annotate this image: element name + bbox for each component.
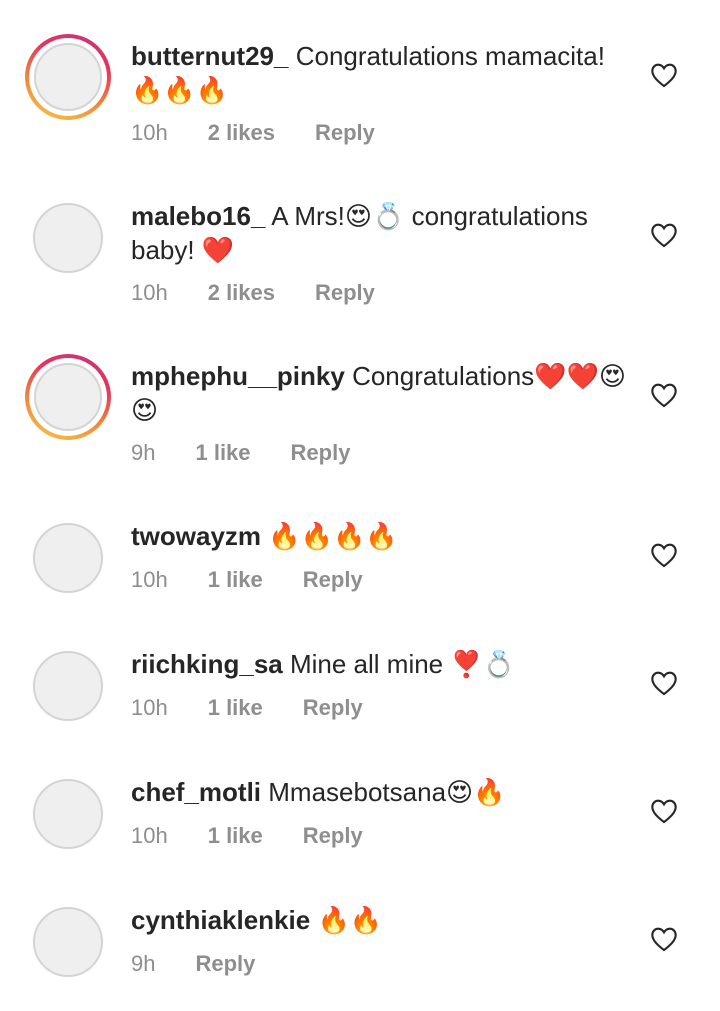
reply-button[interactable]: Reply <box>303 695 363 721</box>
avatar <box>33 779 103 849</box>
avatar-wrapper[interactable] <box>25 899 111 985</box>
comment-emoji: 🔥🔥 <box>317 905 383 935</box>
comment-time: 10h <box>131 120 168 145</box>
reply-button[interactable]: Reply <box>291 440 351 466</box>
comment-meta: 10h 1 like Reply <box>131 567 403 593</box>
avatar-wrapper[interactable] <box>25 515 111 601</box>
comment-body: Congratulations mamacita! <box>295 41 605 71</box>
comment-text: twowayzm 🔥🔥🔥🔥 <box>131 519 631 553</box>
comment-text: butternut29_ Congratulations mamacita! 🔥🔥… <box>131 39 631 107</box>
like-heart-icon[interactable] <box>650 382 678 408</box>
comment-emoji: 😍🔥 <box>446 777 506 807</box>
comment-username[interactable]: chef_motli <box>131 777 261 807</box>
comment-body: Congratulations <box>352 361 535 391</box>
comment-time: 10h <box>131 280 168 305</box>
comment-time: 9h <box>131 951 156 976</box>
comment-text: cynthiaklenkie 🔥🔥 <box>131 903 631 937</box>
comment-emoji: 🔥🔥🔥🔥 <box>268 521 398 551</box>
comment-likes[interactable]: 2 likes <box>208 280 275 306</box>
comment-text: malebo16_ A Mrs!😍💍 congratulations baby!… <box>131 199 631 267</box>
avatar-wrapper[interactable] <box>25 771 111 857</box>
comment-emoji: ❣️💍 <box>450 649 516 679</box>
comment-meta: 9h 1 like Reply <box>131 440 390 466</box>
comment-meta: 9h Reply <box>131 951 295 977</box>
comment-likes[interactable]: 1 like <box>195 440 250 466</box>
like-heart-icon[interactable] <box>650 222 678 248</box>
comment-emoji-2: ❤️ <box>201 235 235 265</box>
comment-emoji: 😍💍 <box>344 201 405 231</box>
reply-button[interactable]: Reply <box>303 823 363 849</box>
like-heart-icon[interactable] <box>650 798 678 824</box>
comment-username[interactable]: twowayzm <box>131 521 261 551</box>
comment-time: 10h <box>131 695 168 720</box>
avatar-wrapper[interactable] <box>25 643 111 729</box>
comment-time: 10h <box>131 567 168 592</box>
comment-username[interactable]: mphephu__pinky <box>131 361 345 391</box>
avatar <box>33 907 103 977</box>
like-heart-icon[interactable] <box>650 542 678 568</box>
comment-body: A Mrs! <box>271 201 345 231</box>
avatar <box>33 523 103 593</box>
avatar <box>33 203 103 273</box>
comment-text: chef_motli Mmasebotsana😍🔥 <box>131 775 631 809</box>
avatar <box>33 651 103 721</box>
avatar <box>34 363 102 431</box>
comment-time: 9h <box>131 440 156 465</box>
comment-emoji: 🔥🔥🔥 <box>131 75 229 105</box>
comment-meta: 10h 1 like Reply <box>131 823 403 849</box>
avatar-wrapper[interactable] <box>25 195 111 281</box>
like-heart-icon[interactable] <box>650 62 678 88</box>
avatar <box>34 43 102 111</box>
comment-body: Mine all mine <box>289 649 444 679</box>
comment-likes[interactable]: 1 like <box>208 695 263 721</box>
like-heart-icon[interactable] <box>650 926 678 952</box>
reply-button[interactable]: Reply <box>315 120 375 146</box>
comment-username[interactable]: riichking_sa <box>131 649 283 679</box>
reply-button[interactable]: Reply <box>315 280 375 306</box>
reply-button[interactable]: Reply <box>303 567 363 593</box>
comment-meta: 10h 2 likes Reply <box>131 280 415 306</box>
avatar-story-ring[interactable] <box>25 354 111 440</box>
like-heart-icon[interactable] <box>650 670 678 696</box>
comment-likes[interactable]: 1 like <box>208 567 263 593</box>
comment-text: mphephu__pinky Congratulations❤️❤️😍😍 <box>131 359 631 427</box>
comment-meta: 10h 1 like Reply <box>131 695 403 721</box>
comment-username[interactable]: malebo16_ <box>131 201 265 231</box>
avatar-story-ring[interactable] <box>25 34 111 120</box>
comment-meta: 10h 2 likes Reply <box>131 120 415 146</box>
reply-button[interactable]: Reply <box>195 951 255 977</box>
comment-text: riichking_sa Mine all mine ❣️💍 <box>131 647 631 681</box>
comment-likes[interactable]: 1 like <box>208 823 263 849</box>
comment-likes[interactable]: 2 likes <box>208 120 275 146</box>
comment-username[interactable]: butternut29_ <box>131 41 288 71</box>
comment-body: Mmasebotsana <box>268 777 447 807</box>
comment-time: 10h <box>131 823 168 848</box>
comment-username[interactable]: cynthiaklenkie <box>131 905 310 935</box>
